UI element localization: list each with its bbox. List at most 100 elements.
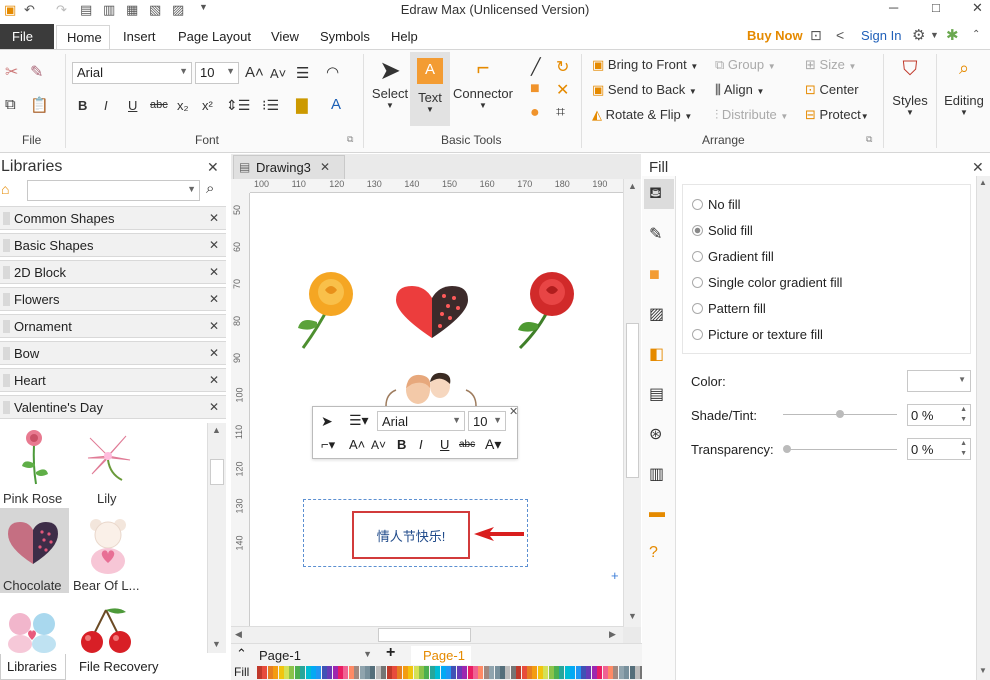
color-picker[interactable]: ▼ [907, 370, 971, 392]
text-shape-icon[interactable]: ◠ [326, 63, 339, 81]
tab-view[interactable]: View [271, 29, 299, 44]
new-file-icon[interactable]: ▤ [80, 2, 92, 18]
connector-tool-button[interactable]: ⌐ Connector ▼ [452, 55, 514, 110]
color-swatch[interactable] [375, 666, 381, 679]
subscript-button[interactable]: x₂ [177, 98, 189, 113]
font-color-icon[interactable]: A [331, 96, 341, 113]
color-swatch[interactable] [284, 666, 289, 679]
color-swatch[interactable] [294, 666, 300, 679]
underline-button[interactable]: U [128, 98, 137, 113]
select-arrow-icon[interactable]: ➤ [321, 413, 333, 430]
text-align-icon[interactable]: ☰▾ [349, 412, 369, 429]
color-swatch[interactable] [629, 666, 635, 679]
center-button[interactable]: ⊡ Center [805, 82, 859, 98]
paste-icon[interactable]: 📋 [30, 96, 49, 114]
color-swatch[interactable] [532, 666, 538, 679]
file-tab[interactable]: File [0, 24, 54, 49]
color-swatch[interactable] [467, 666, 473, 679]
sign-in-link[interactable]: Sign In [861, 28, 901, 43]
shrink-font-icon[interactable]: A˅ [270, 66, 286, 81]
color-swatch[interactable] [537, 666, 543, 679]
color-swatch[interactable] [278, 666, 284, 679]
yellow-rose-shape[interactable] [295, 270, 361, 352]
color-swatch[interactable] [624, 666, 630, 679]
couple-shape[interactable] [382, 370, 480, 406]
maximize-icon[interactable]: □ [932, 0, 940, 15]
format-painter-icon[interactable]: ✎ [30, 62, 43, 82]
font-size-select[interactable]: 10 ▼ [195, 62, 239, 84]
color-swatch[interactable] [413, 666, 419, 679]
tab-insert[interactable]: Insert [123, 29, 156, 44]
cross-tool-icon[interactable]: ✕ [556, 80, 569, 100]
color-swatch[interactable] [408, 666, 414, 679]
fill-option-single-color-gradient[interactable]: Single color gradient fill [692, 275, 842, 290]
color-swatch[interactable] [348, 666, 354, 679]
color-swatch[interactable] [359, 666, 365, 679]
color-swatch[interactable] [273, 666, 279, 679]
color-swatch[interactable] [419, 666, 424, 679]
color-swatch[interactable] [327, 666, 333, 679]
library-search-input[interactable]: ▼ [27, 180, 200, 201]
fill-option-pattern-fill[interactable]: Pattern fill [692, 301, 766, 316]
line-style-icon[interactable]: ✎ [649, 224, 662, 244]
size-button[interactable]: ⊞ Size ▼ [805, 57, 856, 73]
attachment-icon[interactable]: ▥ [649, 464, 664, 484]
page-properties-icon[interactable]: ▤ [649, 384, 664, 404]
grow-font-icon[interactable]: A˄ [349, 437, 365, 452]
strikethrough-button[interactable]: abc [150, 99, 168, 111]
select-tool-button[interactable]: ➤ Select ▼ [370, 55, 410, 110]
cut-icon[interactable]: ✂ [5, 62, 18, 82]
settings-gear-icon[interactable]: ⚙ [912, 26, 925, 44]
ellipse-tool-icon[interactable]: ● [530, 104, 540, 122]
float-font-select[interactable]: Arial ▼ [377, 411, 465, 431]
transparency-slider[interactable] [785, 449, 897, 450]
library-category-heart[interactable]: Heart ✕ [0, 368, 226, 392]
color-swatch[interactable] [505, 666, 511, 679]
color-swatch[interactable] [262, 666, 268, 679]
color-swatch[interactable] [402, 666, 408, 679]
library-category-flowers[interactable]: Flowers ✕ [0, 287, 226, 311]
shade-tint-knob[interactable] [836, 410, 844, 418]
color-swatch[interactable] [618, 666, 624, 679]
color-swatch[interactable] [343, 666, 349, 679]
redo-icon[interactable]: ↷ [56, 2, 67, 18]
distribute-button[interactable]: ⫶ Distribute ▼ [715, 107, 788, 123]
font-color-icon[interactable]: A▾ [485, 436, 501, 453]
color-swatch[interactable] [365, 666, 370, 679]
styles-button[interactable]: ⛉ Styles ▼ [888, 58, 932, 117]
transparency-input[interactable]: 0 % ▲ ▼ [907, 438, 971, 460]
line-tool-icon[interactable]: ╱ [531, 57, 541, 77]
color-swatch[interactable] [635, 666, 640, 679]
library-home-icon[interactable]: ⌂ [1, 181, 9, 197]
copy-icon[interactable]: ⧉ [5, 96, 16, 113]
close-window-icon[interactable]: ✕ [972, 0, 983, 16]
qa-customize-icon[interactable]: ▼ [199, 2, 208, 12]
color-swatch[interactable] [435, 666, 441, 679]
color-swatch[interactable] [300, 666, 306, 679]
comment-icon[interactable]: ▬ [649, 504, 665, 522]
canvas-vertical-scrollbar[interactable]: ▲ ▼ [623, 179, 641, 627]
color-swatch[interactable] [591, 666, 597, 679]
pink-rose-shape[interactable] [10, 426, 60, 488]
minimize-icon[interactable]: ─ [889, 0, 898, 15]
library-category-bow[interactable]: Bow ✕ [0, 341, 226, 365]
lily-shape[interactable] [82, 430, 134, 482]
canvas-horizontal-scrollbar[interactable]: ◀ ▶ [231, 626, 623, 643]
bold-button[interactable]: B [78, 98, 87, 113]
protect-button[interactable]: ⊟ Protect▼ [805, 107, 869, 123]
send-to-back-button[interactable]: ▣ Send to Back ▼ [592, 82, 697, 98]
color-swatch[interactable] [597, 666, 603, 679]
close-fill-panel-icon[interactable]: ✕ [972, 159, 984, 176]
close-toolbar-icon[interactable]: ✕ [509, 405, 518, 418]
color-swatch[interactable] [608, 666, 613, 679]
save-icon[interactable]: ▦ [126, 2, 138, 18]
bottom-tab-libraries[interactable]: Libraries [0, 654, 66, 680]
float-size-select[interactable]: 10 ▼ [468, 411, 506, 431]
color-swatch[interactable] [267, 666, 273, 679]
italic-button[interactable]: I [419, 437, 423, 452]
crop-tool-icon[interactable]: ⌗ [556, 104, 565, 122]
color-swatch[interactable] [311, 666, 316, 679]
open-file-icon[interactable]: ▥ [103, 2, 115, 18]
library-search-icon[interactable]: ⌕ [206, 180, 214, 197]
bear-shape[interactable] [84, 515, 132, 575]
